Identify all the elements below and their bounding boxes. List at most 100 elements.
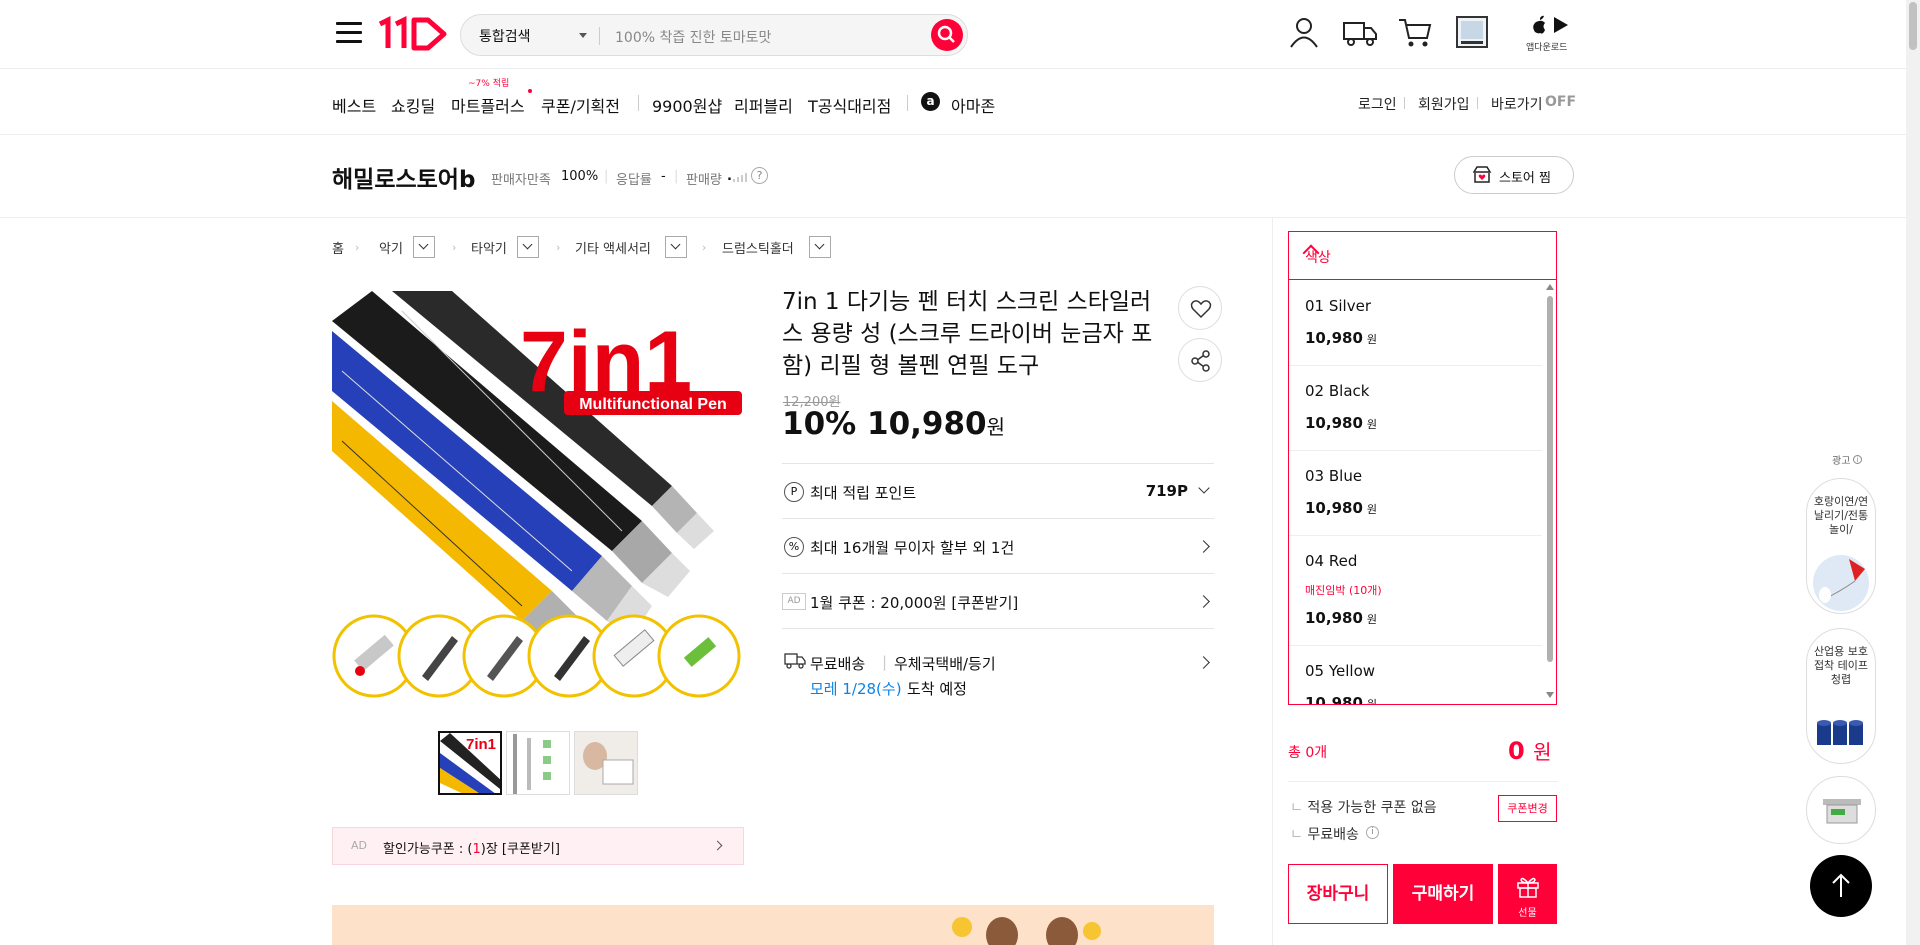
arrow-up-icon xyxy=(1832,873,1850,897)
divider xyxy=(907,95,908,111)
breadcrumb-percussion[interactable]: 타악기 xyxy=(471,238,507,257)
option-item[interactable]: 03 Blue 10,980 원 xyxy=(1289,451,1542,536)
cart-icon[interactable] xyxy=(1397,14,1433,50)
11st-logo[interactable] xyxy=(376,14,448,54)
promo-banner[interactable] xyxy=(332,905,1214,945)
rail-ad-kite[interactable]: 호랑이연/연날리기/전통놀이/ xyxy=(1806,478,1876,614)
chevron-down-icon[interactable] xyxy=(579,33,587,38)
amazon-icon[interactable]: a xyxy=(921,92,940,111)
scroll-to-top-button[interactable] xyxy=(1810,855,1872,917)
signup-link[interactable]: 회원가입 xyxy=(1418,94,1470,114)
search-scope-select[interactable]: 통합검색 xyxy=(479,26,531,46)
scrollbar-thumb[interactable] xyxy=(1547,296,1553,662)
chevron-right-icon: › xyxy=(452,241,457,254)
help-icon[interactable]: ? xyxy=(751,167,768,184)
option-header[interactable]: 색상 xyxy=(1289,232,1556,280)
nav-mart-plus[interactable]: 마트플러스 xyxy=(451,93,525,117)
store-follow-label: 스토어 찜 xyxy=(1499,171,1551,186)
chevron-down-icon xyxy=(670,239,681,250)
points-label: 최대 적립 포인트 xyxy=(810,484,917,502)
discount-coupon-prefix: 할인가능쿠폰 : ( xyxy=(383,842,473,857)
app-store-icons[interactable] xyxy=(1530,14,1574,36)
option-price: 10,980원 xyxy=(1305,499,1377,517)
tape-image xyxy=(1817,720,1863,745)
option-item[interactable]: 02 Black 10,980 원 xyxy=(1289,366,1542,451)
gift-icon xyxy=(1517,877,1539,898)
coupon-change-button[interactable]: 쿠폰변경 xyxy=(1498,795,1557,822)
search-button[interactable] xyxy=(931,19,963,51)
nav-coupon[interactable]: 쿠폰/기획전 xyxy=(541,93,620,117)
kite-image xyxy=(1813,555,1869,611)
breadcrumb-dropdown[interactable] xyxy=(665,236,687,258)
user-icon[interactable] xyxy=(1286,14,1322,50)
scroll-down-arrow[interactable] xyxy=(1546,692,1554,698)
breadcrumb-dropdown[interactable] xyxy=(517,236,539,258)
page-scrollbar[interactable] xyxy=(1906,0,1920,945)
product-thumbnail[interactable] xyxy=(506,731,570,795)
option-scrollbar[interactable] xyxy=(1546,284,1554,698)
option-price: 10,980원 xyxy=(1305,609,1377,627)
shipping-status: ㄴ 무료배송 xyxy=(1290,827,1359,843)
breadcrumb-drumstick-holder[interactable]: 드럼스틱홀더 xyxy=(722,238,794,257)
option-price-value: 10,980 xyxy=(1305,609,1363,627)
shortcut-link[interactable]: 바로가기 xyxy=(1491,94,1543,114)
shortcut-off-toggle[interactable]: OFF xyxy=(1545,94,1576,110)
scrollbar-thumb[interactable] xyxy=(1909,2,1917,50)
chevron-right-icon: › xyxy=(556,241,561,254)
store-follow-button[interactable]: 스토어 찜 xyxy=(1454,156,1574,194)
nav-shocking-deal[interactable]: 쇼킹딜 xyxy=(391,93,435,117)
ad-label: AD xyxy=(351,839,367,852)
discount-coupon-banner[interactable]: AD 할인가능쿠폰 : (1)장 [쿠폰받기] xyxy=(332,827,744,865)
info-icon[interactable]: i xyxy=(1366,826,1379,839)
installment-row[interactable]: % 최대 16개월 무이자 할부 외 1건 xyxy=(782,518,1214,573)
breadcrumb-home[interactable]: 홈 xyxy=(332,238,344,257)
breadcrumb-dropdown[interactable] xyxy=(809,236,831,258)
option-price-unit: 원 xyxy=(1366,503,1378,516)
option-item[interactable]: 04 Red 매진임박 (10개) 10,980 원 xyxy=(1289,536,1542,646)
installment-text: 최대 16개월 무이자 할부 외 1건 xyxy=(810,539,1015,557)
shipping-row[interactable]: 무료배송 | 우체국택배/등기 모레 1/28(수) 도착 예정 xyxy=(782,628,1214,708)
product-main-image[interactable]: 7in1 Multifunctional Pen xyxy=(332,291,744,703)
chevron-down-icon xyxy=(522,239,533,250)
top-header: 통합검색 100% 착즙 진한 토마토맛 앱다운로드 xyxy=(0,0,1906,69)
nav-9900-shop[interactable]: 9900원샵 xyxy=(652,93,722,117)
product-thumbnail[interactable]: 7in1 xyxy=(438,731,502,795)
rail-ad-tape[interactable]: 산업용 보호 접착 테이프 청렵 xyxy=(1806,628,1876,764)
breadcrumb-instrument[interactable]: 악기 xyxy=(379,238,403,257)
wishlist-button[interactable] xyxy=(1178,286,1222,330)
scale-image xyxy=(1823,799,1861,824)
discount-coupon-text: 할인가능쿠폰 : (1)장 [쿠폰받기] xyxy=(383,838,560,857)
buy-now-button[interactable]: 구매하기 xyxy=(1393,864,1493,924)
add-to-cart-button[interactable]: 장바구니 xyxy=(1288,864,1388,924)
rail-ad-scale[interactable] xyxy=(1806,776,1876,844)
category-nav: 베스트 쇼킹딜 마트플러스 쿠폰/기획전 9900원샵 리퍼블리 T공식대리점 … xyxy=(0,69,1906,135)
info-icon[interactable]: i xyxy=(1853,455,1862,464)
search-input[interactable]: 100% 착즙 진한 토마토맛 xyxy=(615,27,771,47)
app-download-label[interactable]: 앱다운로드 xyxy=(1526,40,1567,53)
menu-icon[interactable] xyxy=(336,22,362,44)
shipping-text: 무료배송 xyxy=(810,655,866,673)
breadcrumb-accessory[interactable]: 기타 액세서리 xyxy=(575,238,651,257)
gift-button[interactable]: 선물 xyxy=(1498,864,1557,924)
option-name: 05 Yellow xyxy=(1305,662,1376,680)
breadcrumb-dropdown[interactable] xyxy=(413,236,435,258)
delivery-truck-icon[interactable] xyxy=(1342,14,1378,50)
recent-items-icon[interactable] xyxy=(1454,14,1490,50)
nav-refurbly[interactable]: 리퍼블리 xyxy=(734,93,793,117)
satisfaction-value: 100% xyxy=(561,169,599,184)
option-item[interactable]: 01 Silver 10,980 원 xyxy=(1289,281,1542,366)
ad-label: AD xyxy=(782,593,806,610)
points-row[interactable]: P 최대 적립 포인트 719P xyxy=(782,463,1214,518)
login-link[interactable]: 로그인 xyxy=(1358,94,1397,114)
nav-amazon[interactable]: 아마존 xyxy=(951,93,995,117)
share-button[interactable] xyxy=(1178,338,1222,382)
scroll-up-arrow[interactable] xyxy=(1546,284,1554,290)
coupon-row[interactable]: AD 1월 쿠폰 : 20,000원 [쿠폰받기] xyxy=(782,573,1214,628)
nav-t-official[interactable]: T공식대리점 xyxy=(808,93,891,117)
option-item[interactable]: 05 Yellow 10,980 원 xyxy=(1289,646,1542,704)
nav-best[interactable]: 베스트 xyxy=(332,93,376,117)
discount-coupon-count: 1 xyxy=(472,842,481,857)
store-name[interactable]: 해밀로스토어b xyxy=(332,160,475,194)
new-dot xyxy=(528,89,532,93)
product-thumbnail[interactable] xyxy=(574,731,638,795)
